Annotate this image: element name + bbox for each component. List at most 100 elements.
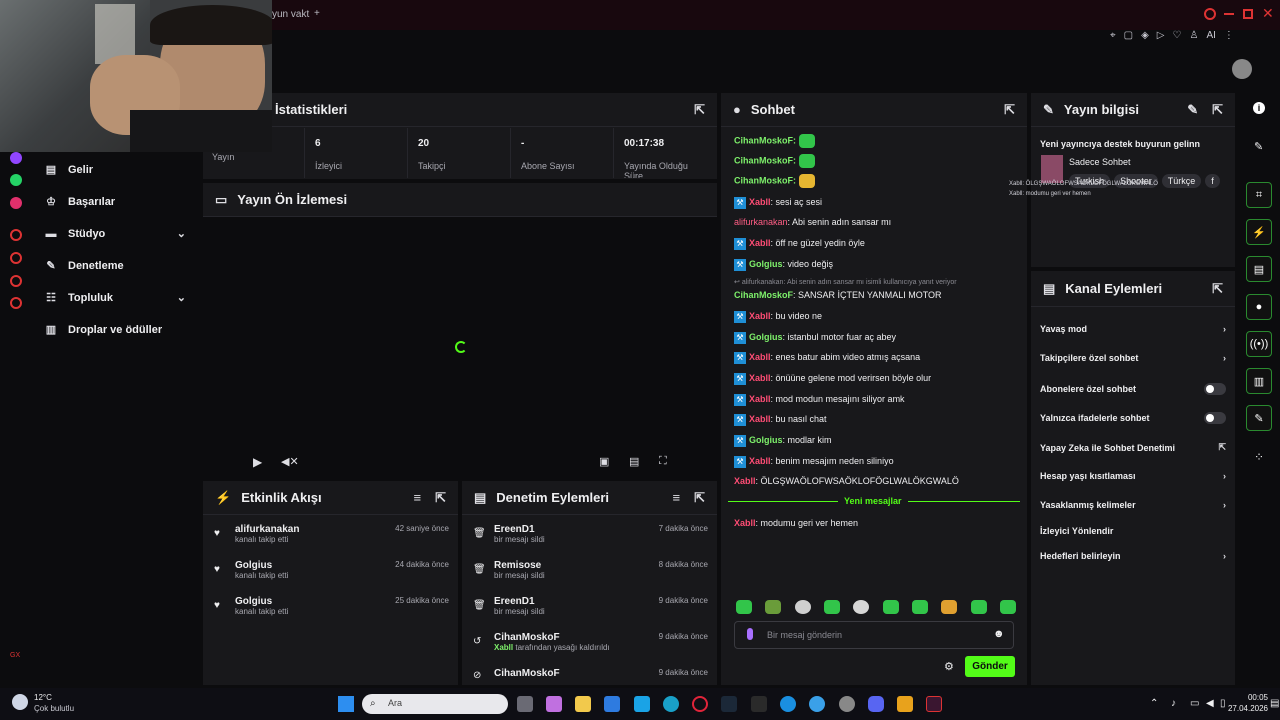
file-explorer-icon[interactable] <box>575 696 591 712</box>
add-widget-icon[interactable]: ⁘ <box>1254 450 1264 464</box>
popout-icon[interactable]: ⇱ <box>435 490 446 506</box>
emote-icon[interactable] <box>736 600 752 614</box>
wrench-tool-icon[interactable]: ✎ <box>1246 405 1272 431</box>
sidebar-item-topluluk[interactable]: ☷ Topluluk ⌄ <box>44 291 186 305</box>
sidebar-item-droplar[interactable]: ▥ Droplar ve ödüller <box>44 323 162 337</box>
sidebar-item-studyo[interactable]: ▬ Stüdyo ⌄ <box>44 227 187 241</box>
toggle-switch[interactable] <box>1204 383 1226 395</box>
pin-icon[interactable]: ⌖ <box>1110 30 1116 46</box>
microphone-icon[interactable] <box>747 628 753 640</box>
filter-icon[interactable]: ≡ <box>414 490 422 505</box>
emote-icon[interactable] <box>794 600 811 614</box>
action-yasakli-kelimeler[interactable]: Yasaklanmış kelimeler › <box>1040 500 1226 510</box>
emote-icon[interactable] <box>853 600 870 614</box>
outlook-icon[interactable] <box>604 696 620 712</box>
action-izleyici-yonlendir[interactable]: İzleyici Yönlendir <box>1040 526 1226 536</box>
chat-input[interactable]: Bir mesaj gönderin ☻ <box>734 621 1014 649</box>
action-yavas-mod[interactable]: Yavaş mod › <box>1040 324 1226 334</box>
action-yapay-zeka[interactable]: Yapay Zeka ile Sohbet Denetimi ⇱ <box>1040 442 1226 453</box>
chat-tool-icon[interactable]: ● <box>1246 294 1272 320</box>
ai-icon[interactable]: AI <box>1206 30 1215 46</box>
action-takipcilere-ozel[interactable]: Takipçilere özel sohbet › <box>1040 353 1226 363</box>
chrome-icon[interactable] <box>839 696 855 712</box>
emote-icon[interactable] <box>999 600 1016 614</box>
valorant-icon[interactable] <box>897 696 913 712</box>
emote-icon[interactable] <box>765 600 782 614</box>
edit-icon[interactable]: ✎ <box>1254 140 1263 153</box>
steam-icon[interactable] <box>721 696 737 712</box>
search-icon[interactable] <box>1204 8 1216 20</box>
popout-icon[interactable]: ⇱ <box>1212 102 1223 118</box>
extension-icon[interactable] <box>10 275 22 287</box>
emote-icon[interactable] <box>882 600 899 614</box>
menu-icon[interactable]: ⋮ <box>1224 30 1234 46</box>
copilot-icon[interactable] <box>546 696 562 712</box>
bolt-tool-icon[interactable]: ⚡ <box>1246 219 1272 245</box>
filter-icon[interactable]: ≡ <box>673 490 681 505</box>
twitch-icon[interactable] <box>10 152 22 164</box>
mute-icon[interactable]: ◀✕ <box>281 455 299 468</box>
close-icon[interactable]: ✕ <box>1262 5 1274 22</box>
minimize-icon[interactable] <box>1224 13 1234 15</box>
volume-icon[interactable]: ◀ <box>1206 698 1214 709</box>
windows-start-icon[interactable] <box>338 696 354 712</box>
emote-icon[interactable] <box>970 600 987 614</box>
popout-icon[interactable]: ⇱ <box>1212 281 1223 297</box>
settings-icon[interactable] <box>10 297 22 309</box>
maximize-icon[interactable] <box>1243 9 1253 19</box>
discord-icon[interactable] <box>868 696 884 712</box>
play-icon[interactable]: ▷ <box>1157 30 1165 46</box>
emoji-icon[interactable]: ☻ <box>993 628 1005 640</box>
task-view-icon[interactable] <box>517 696 533 712</box>
info-icon[interactable]: i <box>1253 102 1265 114</box>
fullscreen-icon[interactable]: ⛶ <box>659 455 667 468</box>
app-icon[interactable] <box>809 696 825 712</box>
opera-gx-icon[interactable] <box>692 696 708 712</box>
theater-icon[interactable]: ▤ <box>629 455 639 468</box>
sidebar-item-gelir[interactable]: ▤ Gelir <box>44 163 93 177</box>
popout-icon[interactable]: ⇱ <box>694 490 705 506</box>
user-icon[interactable]: ♙ <box>1189 30 1198 46</box>
sidebar-item-denetleme[interactable]: ✎ Denetleme <box>44 259 123 273</box>
camera-tool-icon[interactable]: ⌗ <box>1246 182 1272 208</box>
heart-icon[interactable]: ♡ <box>1173 30 1182 46</box>
weather-icon[interactable] <box>12 694 28 710</box>
edit-pencil-icon[interactable]: ✎ <box>1187 102 1198 118</box>
toggle-switch[interactable] <box>1204 412 1226 424</box>
sidebar-item-basarilar[interactable]: ♔ Başarılar <box>44 195 115 209</box>
clock-icon[interactable] <box>10 252 22 264</box>
popout-icon[interactable]: ⇱ <box>1004 102 1015 118</box>
history-icon[interactable] <box>10 229 22 241</box>
action-hesap-yasi[interactable]: Hesap yaşı kısıtlaması › <box>1040 471 1226 481</box>
pip-icon[interactable]: ▣ <box>599 455 609 468</box>
microphone-tray-icon[interactable]: ♪ <box>1171 698 1176 709</box>
play-icon[interactable]: ▶ <box>253 455 262 469</box>
taskbar-search[interactable]: ⌕ Ara <box>362 694 508 714</box>
edge-icon[interactable] <box>663 696 679 712</box>
whatsapp-icon[interactable] <box>10 174 22 186</box>
chat-settings-gear-icon[interactable]: ⚙ <box>944 660 954 673</box>
new-tab-button[interactable]: + <box>314 8 320 19</box>
emote-icon[interactable] <box>823 600 840 614</box>
tag[interactable]: Türkçe <box>1161 174 1202 188</box>
epic-games-icon[interactable] <box>751 696 767 712</box>
popout-icon[interactable]: ⇱ <box>694 102 705 118</box>
tag[interactable]: f <box>1205 174 1220 188</box>
instagram-icon[interactable] <box>10 197 22 209</box>
skype-icon[interactable] <box>780 696 796 712</box>
broadcast-tool-icon[interactable]: ((•)) <box>1246 331 1272 357</box>
send-button[interactable]: Gönder <box>965 656 1015 677</box>
notifications-icon[interactable]: ▤ <box>1270 698 1279 709</box>
avatar[interactable] <box>1232 59 1252 79</box>
emote-icon[interactable] <box>941 600 958 614</box>
capture-icon[interactable]: ▢ <box>1124 30 1133 46</box>
network-icon[interactable]: ▭ <box>1190 698 1199 709</box>
shield-icon[interactable]: ◈ <box>1141 30 1149 46</box>
kick-app-icon[interactable] <box>926 696 942 712</box>
toolbox-tool-icon[interactable]: ▥ <box>1246 368 1272 394</box>
browser-tab[interactable]: yun vakt <box>272 9 309 20</box>
document-tool-icon[interactable]: ▤ <box>1246 256 1272 282</box>
tray-chevron-icon[interactable]: ⌃ <box>1150 698 1158 709</box>
emote-icon[interactable] <box>911 600 928 614</box>
store-icon[interactable] <box>634 696 650 712</box>
